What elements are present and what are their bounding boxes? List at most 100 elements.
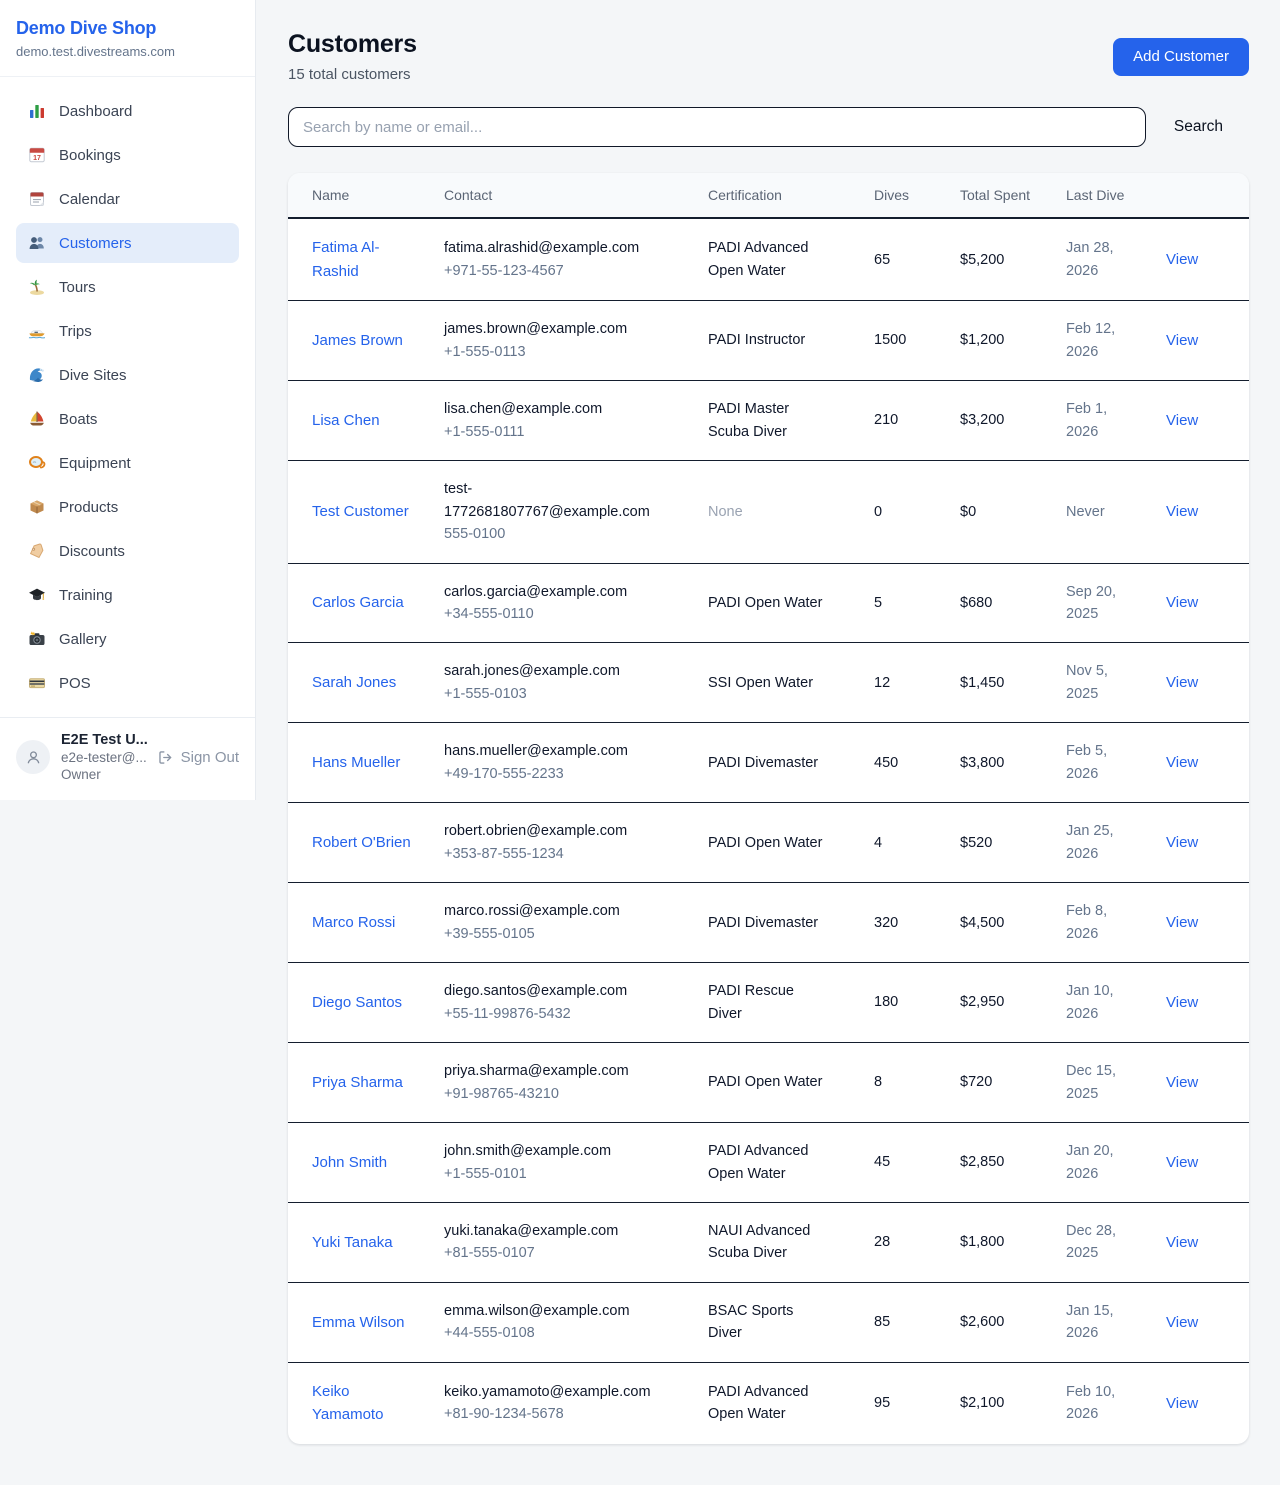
view-link[interactable]: View: [1166, 914, 1198, 931]
search-input[interactable]: [288, 107, 1146, 147]
customer-phone: +81-90-1234-5678: [444, 1403, 664, 1425]
table-row: Test Customer test-1772681807767@example…: [288, 461, 1249, 563]
customer-name-link[interactable]: Sarah Jones: [312, 674, 396, 691]
view-link[interactable]: View: [1166, 1234, 1198, 1251]
sidebar-item-label: Tours: [59, 279, 96, 296]
sidebar-item-dive-sites[interactable]: Dive Sites: [16, 355, 239, 395]
customer-name-link[interactable]: Lisa Chen: [312, 412, 380, 429]
customer-phone: +81-555-0107: [444, 1242, 664, 1264]
dive-sites-icon: [28, 366, 46, 384]
view-link[interactable]: View: [1166, 754, 1198, 771]
customer-total-spent: $2,950: [944, 963, 1050, 1043]
customer-total-spent: $720: [944, 1043, 1050, 1123]
sidebar-item-label: Equipment: [59, 455, 131, 472]
customer-name-link[interactable]: John Smith: [312, 1154, 387, 1171]
sidebar-item-label: Trips: [59, 323, 92, 340]
view-link[interactable]: View: [1166, 1314, 1198, 1331]
view-link[interactable]: View: [1166, 594, 1198, 611]
customer-name-link[interactable]: Robert O'Brien: [312, 834, 411, 851]
svg-text:17: 17: [33, 155, 41, 162]
customer-last-dive: Jan 15, 2026: [1050, 1282, 1150, 1362]
sidebar-item-boats[interactable]: Boats: [16, 399, 239, 439]
customer-name-link[interactable]: Fatima Al-Rashid: [312, 239, 380, 279]
customer-name-link[interactable]: Diego Santos: [312, 994, 402, 1011]
view-link[interactable]: View: [1166, 994, 1198, 1011]
search-button[interactable]: Search: [1146, 118, 1249, 136]
view-link[interactable]: View: [1166, 332, 1198, 349]
sidebar-item-customers[interactable]: Customers: [16, 223, 239, 263]
equipment-icon: [28, 454, 46, 472]
sidebar-item-trips[interactable]: Trips: [16, 311, 239, 351]
view-link[interactable]: View: [1166, 1074, 1198, 1091]
customer-name-link[interactable]: James Brown: [312, 332, 403, 349]
user-email: e2e-tester@...: [61, 750, 146, 765]
sidebar-item-calendar[interactable]: Calendar: [16, 179, 239, 219]
customer-contact: sarah.jones@example.com +1-555-0103: [428, 643, 692, 723]
customer-last-dive: Never: [1050, 461, 1150, 563]
customer-total-spent: $2,100: [944, 1362, 1050, 1443]
view-link[interactable]: View: [1166, 1395, 1198, 1412]
customer-name-link[interactable]: Marco Rossi: [312, 914, 395, 931]
sidebar-item-dashboard[interactable]: Dashboard: [16, 91, 239, 131]
customer-name-link[interactable]: Test Customer: [312, 503, 409, 520]
sign-out-button[interactable]: Sign Out: [157, 749, 239, 766]
sidebar-item-gallery[interactable]: Gallery: [16, 619, 239, 659]
sidebar-item-label: Products: [59, 499, 118, 516]
page-header: Customers 15 total customers Add Custome…: [288, 30, 1249, 83]
sidebar-item-tours[interactable]: Tours: [16, 267, 239, 307]
table-row: James Brown james.brown@example.com +1-5…: [288, 301, 1249, 381]
customer-total-spent: $2,600: [944, 1282, 1050, 1362]
customer-phone: +91-98765-43210: [444, 1083, 664, 1105]
add-customer-button[interactable]: Add Customer: [1113, 38, 1249, 76]
customer-phone: 555-0100: [444, 523, 664, 545]
sidebar-item-discounts[interactable]: Discounts: [16, 531, 239, 571]
customer-name-link[interactable]: Emma Wilson: [312, 1314, 405, 1331]
sidebar-item-label: Bookings: [59, 147, 121, 164]
customer-name-link[interactable]: Hans Mueller: [312, 754, 400, 771]
table-row: Lisa Chen lisa.chen@example.com +1-555-0…: [288, 381, 1249, 461]
table-row: Robert O'Brien robert.obrien@example.com…: [288, 803, 1249, 883]
customer-dives: 5: [858, 563, 944, 643]
view-link[interactable]: View: [1166, 503, 1198, 520]
customers-table: Name Contact Certification Dives Total S…: [288, 173, 1249, 1444]
bookings-icon: 17: [28, 146, 46, 164]
view-link[interactable]: View: [1166, 412, 1198, 429]
view-link[interactable]: View: [1166, 834, 1198, 851]
sidebar-item-bookings[interactable]: 17 Bookings: [16, 135, 239, 175]
discounts-icon: [28, 542, 46, 560]
customer-name-link[interactable]: Priya Sharma: [312, 1074, 403, 1091]
customer-email: marco.rossi@example.com: [444, 900, 664, 922]
customer-total-spent: $3,200: [944, 381, 1050, 461]
sidebar-header: Demo Dive Shop demo.test.divestreams.com: [0, 0, 255, 77]
customer-contact: john.smith@example.com +1-555-0101: [428, 1123, 692, 1203]
customer-dives: 8: [858, 1043, 944, 1123]
sidebar-item-training[interactable]: Training: [16, 575, 239, 615]
customer-certification: PADI Master Scuba Diver: [692, 381, 858, 461]
trips-icon: [28, 322, 46, 340]
view-link[interactable]: View: [1166, 1154, 1198, 1171]
sidebar-item-pos[interactable]: POS: [16, 663, 239, 703]
sidebar-item-label: Training: [59, 587, 113, 604]
customer-name-link[interactable]: Yuki Tanaka: [312, 1234, 393, 1251]
user-name: E2E Test U...: [61, 732, 146, 748]
customer-name-link[interactable]: Keiko Yamamoto: [312, 1383, 383, 1423]
customer-email: lisa.chen@example.com: [444, 398, 664, 420]
customer-contact: fatima.alrashid@example.com +971-55-123-…: [428, 218, 692, 300]
customer-total-spent: $5,200: [944, 218, 1050, 300]
customer-contact: diego.santos@example.com +55-11-99876-54…: [428, 963, 692, 1043]
customer-email: emma.wilson@example.com: [444, 1300, 664, 1322]
table-row: Marco Rossi marco.rossi@example.com +39-…: [288, 883, 1249, 963]
table-row: Fatima Al-Rashid fatima.alrashid@example…: [288, 218, 1249, 300]
sidebar-item-equipment[interactable]: Equipment: [16, 443, 239, 483]
tours-icon: [28, 278, 46, 296]
view-link[interactable]: View: [1166, 674, 1198, 691]
sidebar-user-section: E2E Test U... e2e-tester@... Owner Sign …: [0, 717, 255, 800]
customer-name-link[interactable]: Carlos Garcia: [312, 594, 404, 611]
avatar: [16, 740, 50, 774]
customer-dives: 95: [858, 1362, 944, 1443]
customer-phone: +44-555-0108: [444, 1322, 664, 1344]
view-link[interactable]: View: [1166, 251, 1198, 268]
customer-dives: 85: [858, 1282, 944, 1362]
user-meta: E2E Test U... e2e-tester@... Owner: [61, 732, 146, 782]
sidebar-item-products[interactable]: Products: [16, 487, 239, 527]
